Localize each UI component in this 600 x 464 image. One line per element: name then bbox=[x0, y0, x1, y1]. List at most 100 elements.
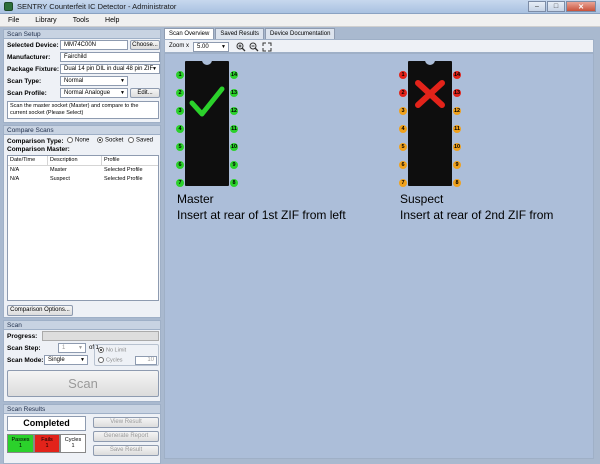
selected-device-field[interactable]: MM74C00N bbox=[60, 40, 128, 50]
cycles-cell: Cycles 1 bbox=[60, 434, 86, 453]
radio-none-label: None bbox=[75, 137, 90, 144]
cell-description: Master bbox=[50, 167, 67, 173]
suspect-chip-body[interactable] bbox=[408, 60, 452, 186]
chip-pin[interactable]: 2 bbox=[176, 89, 184, 97]
chip-pin[interactable]: 12 bbox=[230, 107, 238, 115]
chip-notch bbox=[425, 60, 435, 65]
zoom-label: Zoom x bbox=[169, 43, 190, 49]
manufacturer-label: Manufacturer: bbox=[7, 54, 51, 61]
chip-pin[interactable]: 5 bbox=[176, 143, 184, 151]
radio-no-limit[interactable]: No Limit bbox=[98, 347, 126, 353]
scan-mode-value: Single bbox=[48, 357, 65, 363]
scan-type-select[interactable]: Normal ▼ bbox=[60, 76, 128, 86]
chip-pin[interactable]: 14 bbox=[230, 71, 238, 79]
menu-help[interactable]: Help bbox=[97, 17, 127, 24]
save-result-button[interactable]: Save Result bbox=[93, 445, 159, 456]
fit-to-window-icon[interactable] bbox=[262, 42, 272, 52]
radio-none[interactable]: None bbox=[67, 137, 89, 144]
chip-pin[interactable]: 10 bbox=[453, 143, 461, 151]
no-limit-label: No Limit bbox=[106, 347, 127, 354]
chip-pin[interactable]: 7 bbox=[176, 179, 184, 187]
generate-report-button[interactable]: Generate Report bbox=[93, 431, 159, 442]
cycles-label: Cycles bbox=[106, 357, 123, 364]
comparison-master-label: Comparison Master: bbox=[7, 146, 70, 153]
zoom-select[interactable]: 5.00 ▼ bbox=[193, 42, 229, 52]
zoom-out-icon[interactable] bbox=[249, 42, 259, 52]
menu-library[interactable]: Library bbox=[27, 17, 64, 24]
column-header[interactable]: Description bbox=[48, 156, 102, 165]
comparison-options-button[interactable]: Comparison Options... bbox=[7, 305, 73, 316]
scan-profile-select[interactable]: Normal Analogue ▼ bbox=[60, 88, 128, 98]
radio-selected-icon bbox=[97, 137, 103, 143]
chip-pin[interactable]: 6 bbox=[399, 161, 407, 169]
menu-tools[interactable]: Tools bbox=[65, 17, 97, 24]
scan-step-select[interactable]: 1 ▼ bbox=[58, 343, 86, 353]
chip-pin[interactable]: 12 bbox=[453, 107, 461, 115]
chip-pin[interactable]: 4 bbox=[176, 125, 184, 133]
chip-pin[interactable]: 3 bbox=[399, 107, 407, 115]
cell-date: N/A bbox=[10, 176, 20, 182]
package-fixture-select[interactable]: Dual 14 pin DIL in dual 48 pin ZIF ▼ bbox=[60, 64, 160, 74]
radio-selected-icon bbox=[98, 347, 104, 353]
column-header[interactable]: Profile bbox=[102, 156, 160, 165]
tab-saved-results[interactable]: Saved Results bbox=[215, 28, 265, 39]
choose-button[interactable]: Choose... bbox=[130, 40, 160, 50]
chip-notch bbox=[202, 60, 212, 65]
scan-button[interactable]: Scan bbox=[7, 370, 159, 397]
radio-socket[interactable]: Socket bbox=[97, 137, 123, 144]
chip-pin[interactable]: 9 bbox=[230, 161, 238, 169]
maximize-button[interactable]: □ bbox=[547, 1, 565, 12]
package-fixture-value: Dual 14 pin DIL in dual 48 pin ZIF bbox=[64, 66, 154, 72]
view-result-button[interactable]: View Result bbox=[93, 417, 159, 428]
cycle-limit-group: No Limit Cycles 10 bbox=[94, 344, 159, 366]
chip-pin[interactable]: 13 bbox=[230, 89, 238, 97]
chip-pin[interactable]: 13 bbox=[453, 89, 461, 97]
scan-mode-select[interactable]: Single ▼ bbox=[44, 355, 88, 365]
master-chip-body[interactable] bbox=[185, 60, 229, 186]
chevron-down-icon: ▼ bbox=[80, 357, 85, 363]
chip-pin[interactable]: 3 bbox=[176, 107, 184, 115]
radio-cycles[interactable]: Cycles bbox=[98, 357, 123, 363]
menu-bar: File Library Tools Help bbox=[0, 14, 600, 27]
radio-icon bbox=[98, 357, 104, 363]
chip-pin[interactable]: 14 bbox=[453, 71, 461, 79]
scan-type-value: Normal bbox=[64, 78, 84, 84]
scan-panel: Progress: Scan Step: 1 ▼ of 1 Scan Mode:… bbox=[3, 330, 161, 402]
chip-pin[interactable]: 8 bbox=[230, 179, 238, 187]
close-button[interactable]: ✕ bbox=[566, 1, 596, 12]
scan-type-label: Scan Type: bbox=[7, 78, 42, 85]
chip-pin[interactable]: 11 bbox=[453, 125, 461, 133]
fails-cell: Fails 1 bbox=[34, 434, 60, 453]
tab-scan-overview[interactable]: Scan Overview bbox=[164, 28, 215, 39]
cycles-input[interactable]: 10 bbox=[135, 356, 157, 365]
chip-pin[interactable]: 5 bbox=[399, 143, 407, 151]
comparison-table[interactable]: Date/Time Description Profile N/A Master… bbox=[7, 155, 159, 301]
radio-icon bbox=[128, 137, 134, 143]
title-bar: SENTRY Counterfeit IC Detector - Adminis… bbox=[0, 0, 600, 14]
chip-pin[interactable]: 11 bbox=[230, 125, 238, 133]
chip-pin[interactable]: 2 bbox=[399, 89, 407, 97]
radio-icon bbox=[67, 137, 73, 143]
chip-pin[interactable]: 10 bbox=[230, 143, 238, 151]
comparison-type-label: Comparison Type: bbox=[7, 138, 64, 145]
compare-scans-panel: Comparison Type: None Socket Saved Compa… bbox=[3, 135, 161, 318]
pass-checkmark-icon bbox=[189, 86, 225, 117]
tab-device-documentation[interactable]: Device Documentation bbox=[265, 28, 336, 39]
chip-pin[interactable]: 1 bbox=[176, 71, 184, 79]
minimize-button[interactable]: – bbox=[528, 1, 546, 12]
column-header[interactable]: Date/Time bbox=[8, 156, 48, 165]
main-area: Scan Overview Saved Results Device Docum… bbox=[163, 28, 597, 462]
zoom-in-icon[interactable] bbox=[236, 42, 246, 52]
chip-pin[interactable]: 7 bbox=[399, 179, 407, 187]
chip-pin[interactable]: 4 bbox=[399, 125, 407, 133]
chip-pin[interactable]: 1 bbox=[399, 71, 407, 79]
edit-profile-button[interactable]: Edit... bbox=[130, 88, 160, 98]
chevron-down-icon: ▼ bbox=[120, 90, 125, 96]
cell-profile: Selected Profile bbox=[104, 167, 143, 173]
chip-pin[interactable]: 6 bbox=[176, 161, 184, 169]
chip-pin[interactable]: 8 bbox=[453, 179, 461, 187]
chip-pin[interactable]: 9 bbox=[453, 161, 461, 169]
menu-file[interactable]: File bbox=[0, 17, 27, 24]
cell-date: N/A bbox=[10, 167, 20, 173]
radio-saved[interactable]: Saved bbox=[128, 137, 153, 144]
